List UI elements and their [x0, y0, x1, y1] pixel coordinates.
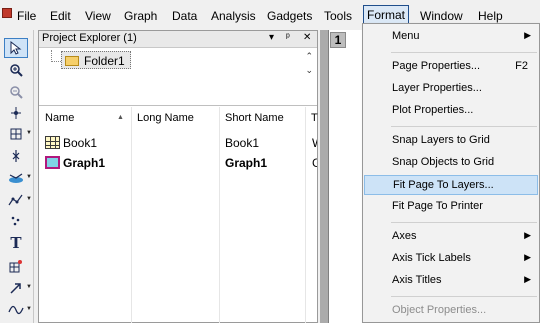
project-explorer-titlebar: Project Explorer (1) ▾ ᵖ ✕	[39, 31, 317, 48]
pin-icon[interactable]: ᵖ	[286, 32, 290, 43]
tree-connector	[51, 50, 61, 62]
menu-item-object-properties: Object Properties...	[364, 301, 538, 321]
menu-item-label: Layer Properties...	[392, 82, 482, 94]
item-name: Book1	[63, 136, 98, 150]
menu-item-axis-titles[interactable]: Axis Titles ▶	[364, 271, 538, 291]
menu-item-fit-page-to-layers[interactable]: Fit Page To Layers...	[364, 175, 538, 195]
item-short-name: Graph1	[225, 156, 268, 170]
menu-separator	[391, 296, 537, 297]
menu-item-menu[interactable]: Menu ▶	[364, 27, 538, 47]
menu-item-label: Snap Layers to Grid	[392, 134, 490, 146]
zoom-in-icon[interactable]	[4, 60, 28, 80]
column-header-short-name[interactable]: Short Name	[225, 112, 284, 124]
data-selector-icon[interactable]: ▼	[4, 168, 32, 188]
menu-item-fit-page-to-printer[interactable]: Fit Page To Printer	[364, 197, 538, 217]
workbook-icon	[45, 136, 60, 149]
menu-item-label: Object Properties...	[392, 304, 487, 316]
zoom-out-icon[interactable]	[4, 82, 28, 102]
menu-item-label: Fit Page To Layers...	[393, 179, 494, 191]
panel-menu-icon[interactable]: ▾	[269, 32, 274, 43]
menu-item-label: Axis Titles	[392, 274, 442, 286]
folder-label: Folder1	[84, 54, 125, 68]
menu-format[interactable]: Format	[363, 5, 410, 25]
region-selector-icon[interactable]: ▼	[4, 124, 32, 144]
menu-item-label: Fit Page To Printer	[392, 200, 483, 212]
menu-item-snap-layers[interactable]: Snap Layers to Grid	[364, 131, 538, 151]
column-header-long-name[interactable]: Long Name	[137, 112, 194, 124]
column-header-type[interactable]: T	[311, 112, 318, 124]
list-item-book1[interactable]: Book1 Book1 W	[39, 133, 317, 153]
close-icon[interactable]: ✕	[303, 32, 311, 43]
arrow-tool-icon[interactable]: ▼	[4, 278, 32, 298]
menu-item-label: Page Properties...	[392, 60, 481, 72]
menu-item-snap-objects[interactable]: Snap Objects to Grid	[364, 153, 538, 173]
menu-gadgets[interactable]: Gadgets	[267, 8, 312, 24]
menu-separator	[391, 126, 537, 127]
folder-node[interactable]: Folder1	[61, 51, 131, 69]
column-header-name[interactable]: Name	[45, 112, 74, 124]
app-icon[interactable]	[2, 8, 12, 18]
pointer-tool-icon[interactable]	[4, 38, 28, 58]
menu-graph[interactable]: Graph	[124, 8, 157, 24]
submenu-arrow-icon: ▶	[524, 252, 531, 262]
menu-file[interactable]: File	[17, 8, 36, 24]
menu-item-shortcut: F2	[515, 60, 528, 72]
data-reader-icon[interactable]	[4, 103, 28, 123]
screen-reader-icon[interactable]	[4, 146, 28, 166]
list-item-graph1[interactable]: Graph1 Graph1 G	[39, 153, 317, 173]
menu-item-page-properties[interactable]: Page Properties... F2	[364, 57, 538, 77]
sort-ascending-icon: ▲	[117, 114, 124, 121]
project-explorer-panel: Project Explorer (1) ▾ ᵖ ✕ Folder1 ⌃ ⌄ N…	[38, 30, 318, 323]
item-name: Graph1	[63, 156, 106, 170]
project-explorer-title: Project Explorer (1)	[42, 32, 137, 44]
item-short-name: Book1	[225, 136, 260, 150]
tools-toolbar: ▼ ▼ ▼ T ▼ ▼	[0, 30, 34, 323]
menu-item-label: Plot Properties...	[392, 104, 474, 116]
submenu-arrow-icon: ▶	[524, 30, 531, 40]
item-type: G	[312, 156, 317, 170]
mask-icon[interactable]: ▼	[4, 190, 32, 210]
menu-item-layer-properties[interactable]: Layer Properties...	[364, 79, 538, 99]
menu-view[interactable]: View	[85, 8, 111, 24]
layer-tab[interactable]: 1	[330, 32, 346, 48]
item-type: W	[312, 136, 317, 150]
menu-data[interactable]: Data	[172, 8, 197, 24]
curve-tool-icon[interactable]: ▼	[4, 300, 32, 320]
add-graph-icon[interactable]	[4, 256, 28, 276]
format-menu-dropdown: Menu ▶ Page Properties... F2 Layer Prope…	[362, 23, 540, 323]
menu-help[interactable]: Help	[478, 8, 503, 24]
menu-item-label: Axes	[392, 230, 417, 242]
menu-window[interactable]: Window	[420, 8, 463, 24]
menu-item-plot-properties[interactable]: Plot Properties...	[364, 101, 538, 121]
menu-item-label: Menu	[392, 30, 420, 42]
menu-separator	[391, 222, 537, 223]
menu-separator	[391, 52, 537, 53]
submenu-arrow-icon: ▶	[524, 230, 531, 240]
scroll-down-icon[interactable]: ⌄	[305, 65, 313, 76]
menu-analysis[interactable]: Analysis	[211, 8, 256, 24]
file-list-header: Name ▲ Long Name Short Name T	[39, 107, 318, 131]
folder-tree: Folder1 ⌃ ⌄	[39, 48, 317, 106]
scroll-up-icon[interactable]: ⌃	[305, 51, 313, 62]
folder-icon	[65, 56, 79, 66]
submenu-arrow-icon: ▶	[524, 274, 531, 284]
menu-item-axes[interactable]: Axes ▶	[364, 227, 538, 247]
menu-edit[interactable]: Edit	[50, 8, 71, 24]
menu-item-label: Axis Tick Labels	[392, 252, 471, 264]
menu-item-axis-tick-labels[interactable]: Axis Tick Labels ▶	[364, 249, 538, 269]
graph-icon	[45, 156, 60, 169]
text-tool-icon[interactable]: T	[4, 233, 28, 253]
menu-tools[interactable]: Tools	[324, 8, 352, 24]
scatter-draw-icon[interactable]	[4, 211, 28, 231]
menu-item-label: Snap Objects to Grid	[392, 156, 495, 168]
